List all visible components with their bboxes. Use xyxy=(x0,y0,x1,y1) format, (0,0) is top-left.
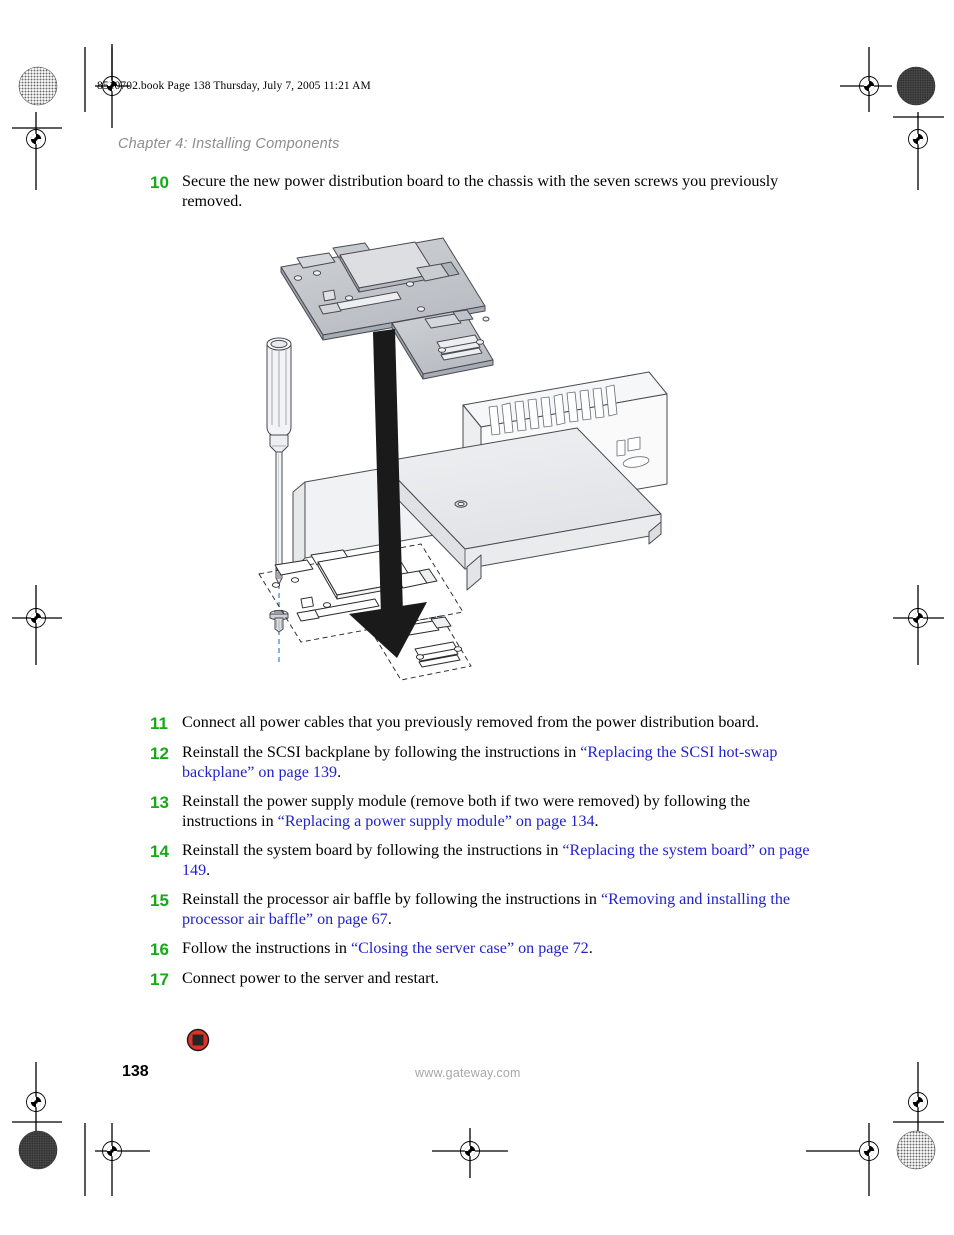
step-text-run: Connect all power cables that you previo… xyxy=(182,714,759,731)
step-text: Connect power to the server and restart. xyxy=(182,969,810,989)
cross-reference-link[interactable]: “Closing the server case” on page 72 xyxy=(351,940,589,957)
footer-website-url: www.gateway.com xyxy=(415,1066,521,1080)
step-text-run: . xyxy=(387,911,392,928)
step-text-run: Reinstall the SCSI backplane by followin… xyxy=(182,744,581,761)
step-text: Follow the instructions in “Closing the … xyxy=(182,939,810,959)
step-text-run: Reinstall the processor air baffle by fo… xyxy=(182,891,601,908)
step-text: Reinstall the processor air baffle by fo… xyxy=(182,890,810,930)
procedure-step: 13 Reinstall the power supply module (rem… xyxy=(150,792,810,832)
procedure-step: 14 Reinstall the system board by followin… xyxy=(150,841,810,881)
step-text: Secure the new power distribution board … xyxy=(182,172,810,212)
end-of-procedure-marker xyxy=(186,1028,210,1052)
step-text-run: . xyxy=(337,764,342,781)
procedure-step: 16 Follow the instructions in “Closing th… xyxy=(150,939,810,960)
step-text-run: Secure the new power distribution board … xyxy=(182,173,779,210)
screwdriver xyxy=(266,337,292,585)
step-text-run: . xyxy=(206,862,211,879)
step-number: 13 xyxy=(150,793,169,812)
step-text-run: Follow the instructions in xyxy=(182,940,351,957)
step-number: 12 xyxy=(150,744,169,763)
step-number: 15 xyxy=(150,891,169,910)
step-number: 14 xyxy=(150,842,169,861)
step-number: 11 xyxy=(150,714,168,733)
procedure-steps-upper: 10 Secure the new power distribution boar… xyxy=(150,172,810,221)
step-text: Reinstall the system board by following … xyxy=(182,841,810,881)
procedure-step: 15 Reinstall the processor air baffle by … xyxy=(150,890,810,930)
step-text: Reinstall the SCSI backplane by followin… xyxy=(182,743,810,783)
procedure-step: 17 Connect power to the server and restar… xyxy=(150,969,810,990)
book-file-slug: 8510702.book Page 138 Thursday, July 7, … xyxy=(97,80,371,92)
step-number: 16 xyxy=(150,940,169,959)
procedure-steps-lower: 11 Connect all power cables that you prev… xyxy=(150,713,810,999)
procedure-step: 10 Secure the new power distribution boar… xyxy=(150,172,810,212)
mounting-screw xyxy=(269,609,289,633)
step-text: Reinstall the power supply module (remov… xyxy=(182,792,810,832)
step-text-run: Reinstall the system board by following … xyxy=(182,842,563,859)
page-number-folio: 138 xyxy=(122,1063,149,1080)
step-number: 17 xyxy=(150,970,169,989)
procedure-step: 12 Reinstall the SCSI backplane by follow… xyxy=(150,743,810,783)
power-distribution-board-installation-figure xyxy=(245,222,695,702)
step-text-run: Connect power to the server and restart. xyxy=(182,970,439,987)
step-text-run: . xyxy=(594,813,599,830)
procedure-step: 11 Connect all power cables that you prev… xyxy=(150,713,810,734)
cross-reference-link[interactable]: “Replacing a power supply module” on pag… xyxy=(278,813,595,830)
step-number: 10 xyxy=(150,173,169,192)
running-head-chapter-title: Chapter 4: Installing Components xyxy=(118,136,340,152)
step-text: Connect all power cables that you previo… xyxy=(182,713,810,733)
step-text-run: . xyxy=(588,940,593,957)
